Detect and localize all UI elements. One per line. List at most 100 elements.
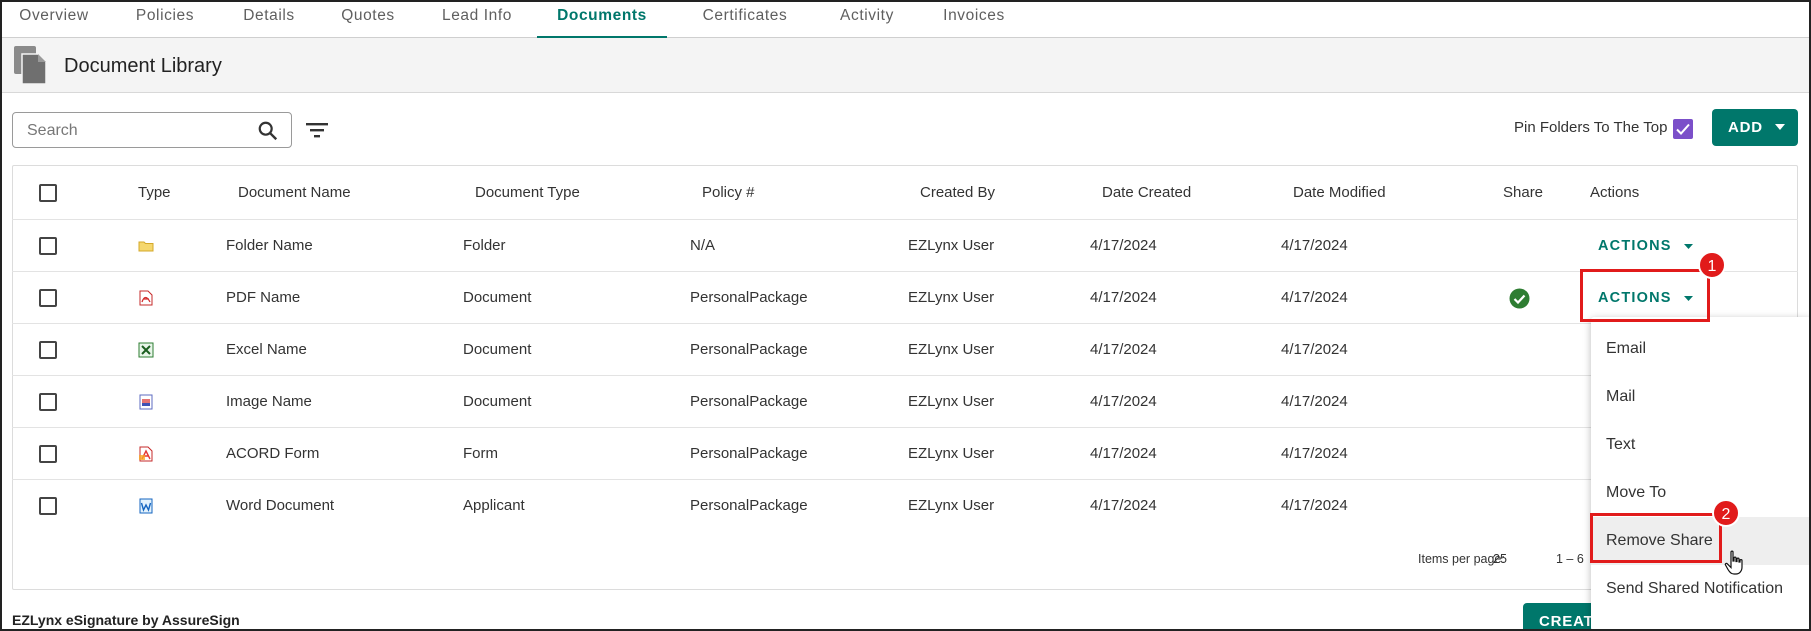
column-header-created-by[interactable]: Created By [920, 166, 995, 220]
caret-down-icon [1683, 295, 1693, 301]
date-modified: 4/17/2024 [1281, 237, 1348, 254]
tab-bar: Overview Policies Details Quotes Lead In… [0, 0, 1811, 39]
filter-icon[interactable] [306, 120, 328, 140]
caret-down-icon [1775, 124, 1785, 130]
row-checkbox[interactable] [39, 445, 57, 463]
column-header-policy[interactable]: Policy # [702, 166, 755, 220]
policy-number: PersonalPackage [690, 393, 808, 410]
pin-folders-label: Pin Folders To The Top [1514, 119, 1668, 136]
document-name[interactable]: Folder Name [226, 220, 313, 272]
tab-quotes[interactable]: Quotes [330, 0, 406, 38]
actions-dropdown-button[interactable]: ACTIONS [1598, 220, 1693, 272]
search-input[interactable] [27, 121, 247, 141]
step-badge-2: 2 [1712, 499, 1740, 527]
add-button-label: ADD [1728, 119, 1763, 136]
created-by: EZLynx User [908, 289, 995, 306]
document-library-header: Document Library [0, 38, 1811, 93]
folder-icon [138, 241, 154, 252]
tab-overview[interactable]: Overview [10, 0, 98, 38]
caret-down-icon [1683, 243, 1693, 249]
table-row[interactable]: Image Name Document PersonalPackage EZLy… [12, 376, 1798, 428]
created-by: EZLynx User [908, 445, 995, 462]
tab-certificates[interactable]: Certificates [684, 0, 806, 38]
date-created: 4/17/2024 [1090, 497, 1157, 514]
date-modified: 4/17/2024 [1281, 445, 1348, 462]
created-by: EZLynx User [908, 393, 995, 410]
column-header-share: Share [1503, 184, 1544, 201]
menu-item-mail[interactable]: Mail [1591, 373, 1811, 421]
menu-item-send-shared-notification[interactable]: Send Shared Notification [1591, 565, 1811, 613]
tab-invoices[interactable]: Invoices [924, 0, 1024, 38]
date-modified: 4/17/2024 [1281, 289, 1348, 306]
policy-number: N/A [690, 237, 716, 254]
date-created: 4/17/2024 [1090, 237, 1157, 254]
hand-cursor-icon [1724, 550, 1743, 575]
document-type: Form [463, 445, 498, 462]
created-by: EZLynx User [908, 341, 995, 358]
column-header-type[interactable]: Type [138, 166, 171, 220]
documents-icon [14, 46, 47, 85]
tab-documents[interactable]: Documents [537, 0, 667, 39]
row-checkbox[interactable] [39, 341, 57, 359]
date-modified: 4/17/2024 [1281, 393, 1348, 410]
column-header-date-created[interactable]: Date Created [1102, 166, 1191, 220]
column-header-actions: Actions [1590, 184, 1640, 201]
column-header-document-type[interactable]: Document Type [475, 166, 580, 220]
page-title: Document Library [64, 55, 222, 77]
document-type: Document [463, 341, 532, 358]
add-button[interactable]: ADD [1712, 109, 1798, 146]
column-header-document-name[interactable]: Document Name [238, 166, 351, 220]
select-all-checkbox[interactable] [39, 184, 57, 202]
policy-number: PersonalPackage [690, 445, 808, 462]
row-checkbox[interactable] [39, 393, 57, 411]
table-row[interactable]: Word Document Applicant PersonalPackage … [12, 480, 1798, 532]
policy-number: PersonalPackage [690, 289, 808, 306]
shared-check-icon [1509, 288, 1530, 309]
tab-lead-info[interactable]: Lead Info [430, 0, 524, 38]
document-type: Applicant [463, 497, 525, 514]
menu-item-remove-share[interactable]: Remove Share [1591, 517, 1811, 565]
row-checkbox[interactable] [39, 497, 57, 515]
date-modified: 4/17/2024 [1281, 497, 1348, 514]
excel-icon [138, 342, 154, 358]
tab-details[interactable]: Details [232, 0, 306, 38]
tab-policies[interactable]: Policies [122, 0, 208, 38]
items-per-page-select[interactable]: 25 [1493, 552, 1507, 566]
document-type: Document [463, 289, 532, 306]
tab-activity[interactable]: Activity [820, 0, 914, 38]
document-name[interactable]: Excel Name [226, 324, 307, 376]
date-created: 4/17/2024 [1090, 393, 1157, 410]
row-checkbox[interactable] [39, 289, 57, 307]
policy-number: PersonalPackage [690, 497, 808, 514]
created-by: EZLynx User [908, 497, 995, 514]
table-row[interactable]: PDF Name Document PersonalPackage EZLynx… [12, 272, 1798, 324]
pin-folders-checkbox[interactable] [1673, 119, 1693, 139]
menu-item-email[interactable]: Email [1591, 325, 1811, 373]
checkmark-icon [1676, 123, 1690, 135]
document-type: Document [463, 393, 532, 410]
items-per-page-label: Items per page: [1418, 552, 1505, 566]
menu-item-text[interactable]: Text [1591, 421, 1811, 469]
date-created: 4/17/2024 [1090, 445, 1157, 462]
column-header-date-modified[interactable]: Date Modified [1293, 166, 1386, 220]
menu-item-move-to[interactable]: Move To [1591, 469, 1811, 517]
table-row[interactable]: Excel Name Document PersonalPackage EZLy… [12, 324, 1798, 376]
table-row[interactable]: Folder Name Folder N/A EZLynx User 4/17/… [12, 220, 1798, 272]
actions-label: ACTIONS [1598, 290, 1672, 306]
image-icon [139, 394, 153, 410]
document-name[interactable]: Word Document [226, 480, 334, 532]
table-row[interactable]: ACORD Form Form PersonalPackage EZLynx U… [12, 428, 1798, 480]
document-name[interactable]: PDF Name [226, 272, 300, 324]
document-name[interactable]: ACORD Form [226, 428, 319, 480]
document-name[interactable]: Image Name [226, 376, 312, 428]
acord-form-icon [139, 446, 153, 462]
table-header-row: Type Document Name Document Type Policy … [12, 166, 1798, 220]
search-field[interactable] [12, 112, 292, 148]
date-modified: 4/17/2024 [1281, 341, 1348, 358]
search-icon[interactable] [257, 120, 279, 142]
created-by: EZLynx User [908, 237, 995, 254]
row-checkbox[interactable] [39, 237, 57, 255]
date-created: 4/17/2024 [1090, 289, 1157, 306]
policy-number: PersonalPackage [690, 341, 808, 358]
document-type: Folder [463, 237, 506, 254]
